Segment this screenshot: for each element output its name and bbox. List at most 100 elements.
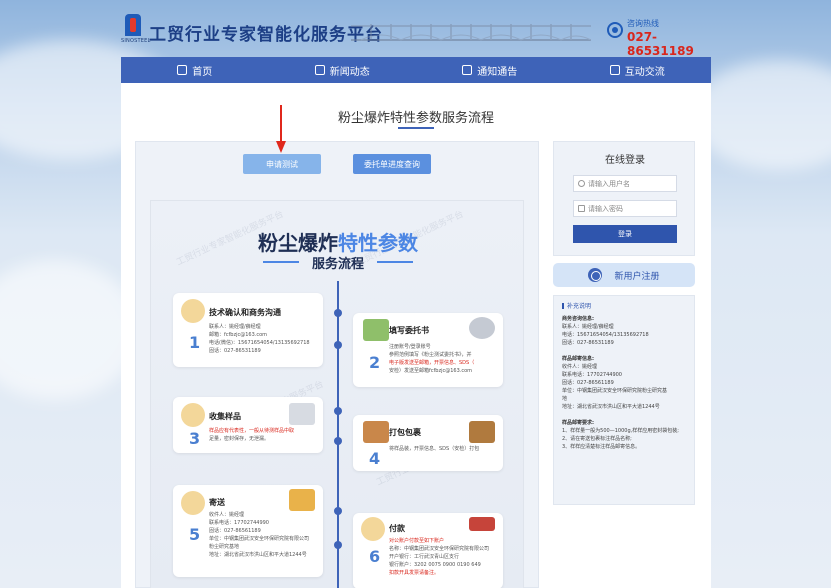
step-title: 收集样品 <box>209 412 241 421</box>
step-line: 名称：中钢集团武汉安全环保研究院有限公司 <box>389 546 490 552</box>
password-field[interactable]: 请输入密码 <box>573 200 677 217</box>
login-panel: 在线登录 请输入用户名 请输入密码 登录 <box>553 141 695 256</box>
notes-line: 1、样样量一般为500—1000g,样样应用密封袋包装; <box>562 428 679 434</box>
step-number: 3 <box>189 429 201 448</box>
notes-heading: 商务咨询信息: <box>562 316 595 322</box>
service-flow-panel: 申请测试 委托单进度查询 工贸行业专家智能化服务平台 工贸行业专家智能化服务平台… <box>135 141 539 588</box>
sidebar: 在线登录 请输入用户名 请输入密码 登录 <box>553 141 695 256</box>
package-icon <box>363 421 389 443</box>
bank-card-icon <box>469 517 495 531</box>
step-line: 开户银行：工行武汉青山区支行 <box>389 554 460 560</box>
step-line: 电子版发送至邮箱，开票信息、SDS（ <box>389 360 475 366</box>
form-icon <box>363 319 389 341</box>
title-underline <box>398 127 434 129</box>
poster-title: 粉尘爆炸特性参数 <box>151 227 525 256</box>
step-text: 将样品装，开票信息、SDS（安检）打包 <box>389 445 479 453</box>
step-text: 注册账号/登录账号 参照范例填写《粉尘测试委托书》，并 电子版发送至邮箱，开票信… <box>389 343 474 375</box>
step-line: 收件人：姚经理 <box>209 512 245 518</box>
step-line: 足量，密封保存，无泄漏。 <box>209 436 270 442</box>
home-icon <box>177 65 188 75</box>
nav-item-notices[interactable]: 通知通告 <box>416 57 564 83</box>
login-title: 在线登录 <box>605 155 645 166</box>
step-line: 固话：027-86561189 <box>209 528 261 534</box>
step-title: 技术确认和商务沟通 <box>209 308 281 317</box>
notes-line: 固话：027-86561189 <box>562 380 614 386</box>
step-line: 联系电话：17702744990 <box>209 520 269 526</box>
step-title: 打包包裹 <box>389 428 421 437</box>
supplementary-notes: 补充说明 商务咨询信息: 联系人：姚经理/薛经理 电话：15671654054/… <box>553 295 695 505</box>
notes-line: 联系人：姚经理/薛经理 <box>562 324 614 330</box>
notes-line: 固话：027-86531189 <box>562 340 614 346</box>
nav-item-label: 新闻动态 <box>329 66 370 78</box>
step-number: 6 <box>369 547 381 566</box>
sample-jars-icon <box>289 403 315 425</box>
lock-icon <box>578 205 585 212</box>
step-text: 样品应有代表性，一般从待测样品中取 足量，密封保存，无泄漏。 <box>209 427 294 443</box>
password-placeholder: 请输入密码 <box>588 204 623 213</box>
notes-line: 地址：湖北省武汉市洪山区和平大道1244号 <box>562 404 660 410</box>
apply-test-button[interactable]: 申请测试 <box>243 154 321 174</box>
nav-item-label: 互动交流 <box>624 66 665 78</box>
site-logo[interactable]: SINOSTEEL <box>121 14 151 46</box>
step-line: 参照范例填写《粉尘测试委托书》，并 <box>389 352 472 358</box>
timeline-dot <box>334 507 342 515</box>
nav-item-interaction[interactable]: 互动交流 <box>564 57 712 83</box>
business-person-icon <box>181 299 205 323</box>
order-progress-query-button[interactable]: 委托单进度查询 <box>353 154 431 174</box>
logo-subtext: SINOSTEEL <box>121 38 151 44</box>
step-line: 样品应有代表性，一般从待测样品中取 <box>209 428 295 434</box>
bridge-illustration <box>351 24 591 41</box>
action-buttons: 申请测试 委托单进度查询 <box>136 154 540 174</box>
payment-coin-icon <box>361 517 385 541</box>
background-cloud <box>0 260 140 400</box>
chat-icon <box>609 65 620 75</box>
delivery-truck-icon <box>181 491 205 515</box>
login-button[interactable]: 登录 <box>573 225 677 243</box>
timeline-dot <box>334 407 342 415</box>
logo-mark <box>125 14 141 36</box>
notes-heading: 样品邮寄信息: <box>562 356 595 362</box>
step-card-4: 打包包裹 4 将样品装，开票信息、SDS（安检）打包 <box>353 415 503 471</box>
notes-line: 地 <box>562 396 568 402</box>
step-line: 固话：027-86531189 <box>209 348 261 354</box>
poster-title-part: 粉尘爆炸 <box>258 231 338 255</box>
open-box-icon <box>469 421 495 443</box>
stamp-icon <box>469 317 495 339</box>
red-arrow-annotation <box>276 105 286 153</box>
username-field[interactable]: 请输入用户名 <box>573 175 677 192</box>
step-line: 注册账号/登录账号 <box>389 344 431 350</box>
timeline-dot <box>334 437 342 445</box>
timeline-dot <box>334 541 342 549</box>
step-line: 将样品装，开票信息、SDS（安检）打包 <box>389 446 480 452</box>
step-line: 邮箱：fcfbzjc@163.com <box>209 332 268 338</box>
background-cloud <box>690 60 831 170</box>
main-content: 粉尘爆炸特性参数服务流程 申请测试 委托单进度查询 工贸行业专家智能化服务平台 … <box>121 83 711 588</box>
hotline-label: 咨询热线 <box>627 19 659 28</box>
site-title: 工贸行业专家智能化服务平台 <box>149 25 383 45</box>
step-number: 2 <box>369 353 381 372</box>
service-flow-poster: 工贸行业专家智能化服务平台 工贸行业专家智能化服务平台 工贸行业专家智能化服务平… <box>150 200 524 588</box>
step-number: 4 <box>369 449 381 468</box>
step-number: 1 <box>189 333 201 352</box>
spoon-sample-icon <box>181 403 205 427</box>
nav-item-label: 通知通告 <box>477 66 518 78</box>
notes-line: 电话：15671654054/13135692718 <box>562 332 649 338</box>
step-line: 电话(微信)：15671654054/13135692718 <box>209 340 310 346</box>
register-icon <box>588 268 603 282</box>
step-card-2: 填写委托书 2 注册账号/登录账号 参照范例填写《粉尘测试委托书》，并 电子版发… <box>353 313 503 387</box>
phone-icon <box>607 22 623 38</box>
user-icon <box>578 180 585 187</box>
notice-icon <box>462 65 473 75</box>
hotline: 咨询热线 027-86531189 <box>607 18 711 58</box>
nav-item-news[interactable]: 新闻动态 <box>269 57 417 83</box>
poster-title-highlight: 特性参数 <box>338 231 418 255</box>
timeline-dot <box>334 309 342 317</box>
map-icon <box>289 489 315 511</box>
step-title: 填写委托书 <box>389 326 429 335</box>
nav-item-home[interactable]: 首页 <box>121 57 269 83</box>
step-line: 扣款开具发票请备注。 <box>389 570 440 576</box>
main-nav: 首页 新闻动态 通知通告 互动交流 <box>121 57 711 83</box>
step-line: 银行账户：3202 0075 0900 0190 649 <box>389 562 481 568</box>
register-button[interactable]: 新用户注册 <box>553 263 695 287</box>
news-icon <box>314 65 325 75</box>
